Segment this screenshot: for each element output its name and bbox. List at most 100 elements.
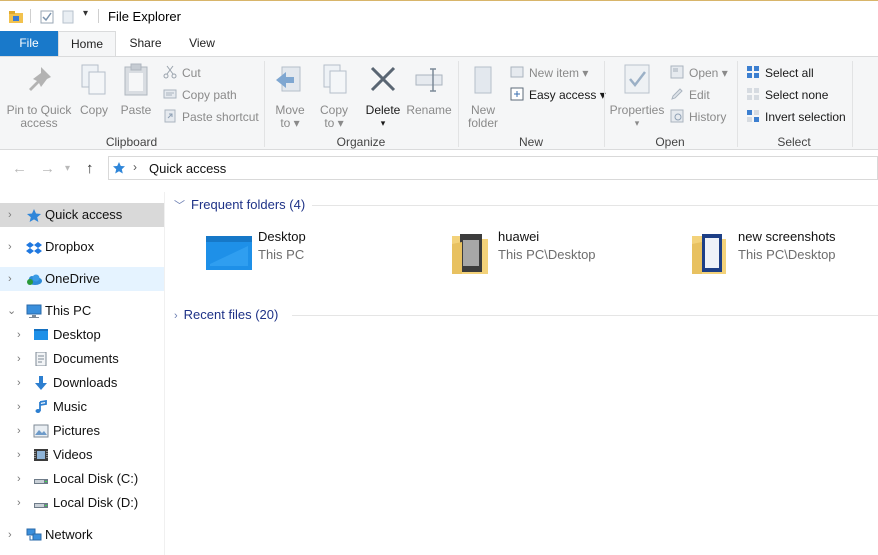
ribbon-home: Pin to Quick access Copy Paste Cut Copy … (0, 56, 878, 150)
customize-dropdown-icon[interactable]: ▾ (83, 8, 88, 19)
tab-view[interactable]: View (176, 31, 228, 56)
select-all-icon (747, 66, 759, 78)
sidebar-item-pictures[interactable]: › Pictures (0, 419, 164, 443)
folder-icon (452, 234, 488, 274)
toolbar-divider (30, 9, 31, 23)
chevron-right-icon[interactable]: › (8, 235, 12, 259)
sidebar-item-label: Pictures (53, 423, 100, 438)
open-button[interactable]: Open ▾ (670, 63, 728, 83)
move-to-button[interactable]: Move to ▾ (270, 63, 310, 130)
sidebar-item-local-disk-c[interactable]: › Local Disk (C:) (0, 467, 164, 491)
chevron-right-icon[interactable]: › (8, 203, 12, 227)
copy-path-button[interactable]: Copy path (163, 85, 237, 105)
properties-button[interactable]: Properties ▾ (608, 63, 666, 130)
chevron-right-icon[interactable]: › (17, 371, 21, 395)
drive-icon (34, 503, 48, 508)
move-to-icon (276, 66, 301, 92)
rename-button[interactable]: Rename (406, 63, 452, 117)
chevron-down-icon: ﹀ (174, 200, 185, 212)
sidebar-item-network[interactable]: › Network (0, 523, 164, 547)
tab-home[interactable]: Home (58, 31, 116, 57)
copy-to-button[interactable]: Copy to ▾ (314, 63, 354, 130)
recent-locations-chevron-icon[interactable]: ▾ (65, 163, 70, 174)
new-item-button[interactable]: New item ▾ (510, 63, 588, 83)
documents-icon (35, 352, 47, 366)
chevron-right-icon[interactable]: › (17, 419, 21, 443)
chevron-right-icon[interactable]: › (17, 467, 21, 491)
cloud-icon (27, 274, 42, 285)
star-icon (113, 162, 125, 174)
chevron-right-icon[interactable]: › (17, 347, 21, 371)
paste-shortcut-button[interactable]: Paste shortcut (163, 107, 259, 127)
sidebar-item-onedrive[interactable]: › OneDrive (0, 267, 164, 291)
rename-icon (415, 68, 443, 92)
chevron-down-icon[interactable]: ⌄ (7, 299, 16, 323)
navigation-pane: › Quick access › Dropbox › OneDrive ⌄ This PC › D… (0, 192, 165, 555)
copy-button[interactable]: Copy (76, 63, 112, 117)
sidebar-item-videos[interactable]: › Videos (0, 443, 164, 467)
delete-button[interactable]: Delete ▾ (362, 63, 404, 130)
pin-to-quick-access-button[interactable]: Pin to Quick access (4, 63, 74, 130)
breadcrumb-chevron-icon[interactable]: › (133, 160, 137, 174)
forward-arrow-icon[interactable]: → (40, 160, 55, 177)
sidebar-item-label: Dropbox (45, 239, 95, 254)
select-none-icon (747, 88, 759, 100)
paste-shortcut-icon (164, 109, 176, 123)
dropbox-icon (26, 242, 42, 254)
up-arrow-icon[interactable]: ↑ (86, 160, 94, 177)
history-button[interactable]: History (670, 107, 726, 127)
paste-icon (124, 63, 148, 96)
recent-files-header[interactable]: › Recent files (20) (174, 307, 278, 322)
folder-tile-new-screenshots[interactable]: new screenshots This PC\Desktop (680, 226, 878, 280)
paste-button[interactable]: Paste (117, 63, 155, 117)
sidebar-item-label: Desktop (53, 327, 101, 342)
folder-tile-desktop[interactable]: Desktop This PC (200, 226, 430, 280)
group-label-organize: Organize (336, 135, 386, 149)
new-folder-button[interactable]: New folder (462, 63, 504, 130)
sidebar-item-this-pc[interactable]: ⌄ This PC (0, 299, 164, 323)
title-bar: ▾ File Explorer (0, 0, 878, 31)
back-arrow-icon[interactable]: ← (12, 160, 27, 177)
folder-tile-huawei[interactable]: huawei This PC\Desktop (440, 226, 670, 280)
sidebar-item-desktop[interactable]: › Desktop (0, 323, 164, 347)
address-path: Quick access (149, 161, 227, 176)
chevron-right-icon[interactable]: › (17, 443, 21, 467)
group-label-new: New (518, 135, 543, 149)
tab-file[interactable]: File (0, 31, 58, 56)
pin-icon (29, 67, 51, 91)
sidebar-item-dropbox[interactable]: › Dropbox (0, 235, 164, 259)
select-all-button[interactable]: Select all (746, 63, 814, 83)
cut-button[interactable]: Cut (163, 63, 201, 83)
scissors-icon (163, 65, 177, 79)
group-label-clipboard: Clipboard (105, 135, 158, 149)
folder-icon (692, 234, 726, 274)
chevron-right-icon: › (174, 310, 178, 322)
address-bar[interactable]: › Quick access (108, 156, 878, 180)
sidebar-item-music[interactable]: › Music (0, 395, 164, 419)
sidebar-item-label: OneDrive (45, 271, 100, 286)
sidebar-item-documents[interactable]: › Documents (0, 347, 164, 371)
drive-icon (34, 479, 48, 484)
sidebar-item-downloads[interactable]: › Downloads (0, 371, 164, 395)
chevron-right-icon[interactable]: › (17, 395, 21, 419)
select-none-button[interactable]: Select none (746, 85, 828, 105)
new-item-icon (510, 66, 524, 78)
chevron-right-icon[interactable]: › (17, 323, 21, 347)
tab-share[interactable]: Share (118, 31, 173, 56)
invert-selection-button[interactable]: Invert selection (746, 107, 846, 127)
chevron-right-icon[interactable]: › (8, 523, 12, 547)
sidebar-item-label: Videos (53, 447, 93, 462)
properties-quick-icon[interactable] (40, 10, 54, 24)
new-folder-quick-icon[interactable] (62, 10, 74, 24)
copy-to-icon (323, 64, 347, 94)
chevron-right-icon[interactable]: › (17, 491, 21, 515)
frequent-folders-header[interactable]: ﹀ Frequent folders (4) (174, 197, 305, 213)
chevron-right-icon[interactable]: › (8, 267, 12, 291)
sidebar-item-quick-access[interactable]: › Quick access (0, 203, 164, 227)
folder-app-icon (9, 11, 23, 23)
window-title: File Explorer (108, 9, 181, 24)
edit-button[interactable]: Edit (670, 85, 710, 105)
file-explorer-window: ▾ File Explorer File Home Share View Pin… (0, 0, 878, 555)
sidebar-item-local-disk-d[interactable]: › Local Disk (D:) (0, 491, 164, 515)
easy-access-button[interactable]: Easy access ▾ (510, 85, 606, 105)
